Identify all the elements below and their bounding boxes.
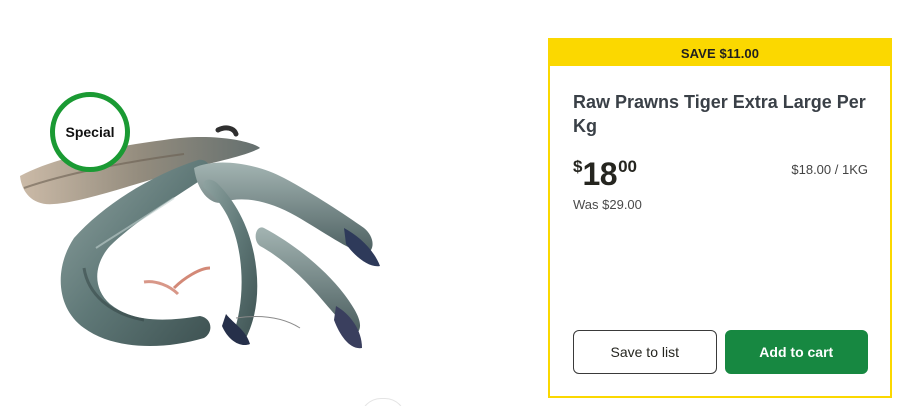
was-price: Was $29.00	[573, 197, 642, 212]
price-currency-symbol: $	[573, 157, 583, 176]
product-page: Special SAVE $11.00 Raw Prawns Tiger Ext…	[0, 0, 898, 406]
offer-card: SAVE $11.00 Raw Prawns Tiger Extra Large…	[548, 38, 892, 398]
add-to-cart-button[interactable]: Add to cart	[724, 330, 868, 374]
unit-price: $18.00 / 1KG	[791, 162, 868, 177]
special-badge: Special	[50, 92, 130, 172]
product-title: Raw Prawns Tiger Extra Large Per Kg	[573, 92, 866, 136]
save-to-list-button[interactable]: Save to list	[573, 330, 717, 374]
card-actions: Save to list Add to cart	[573, 330, 868, 374]
price-dollars: 18	[582, 156, 618, 192]
image-carousel-handle[interactable]	[360, 398, 406, 406]
save-banner: SAVE $11.00	[550, 40, 890, 66]
current-price: $ 18 00	[573, 156, 637, 192]
product-image-area: Special	[0, 0, 420, 406]
price-cents: 00	[618, 157, 637, 176]
price-row: $ 18 00 $18.00 / 1KG	[573, 156, 868, 192]
